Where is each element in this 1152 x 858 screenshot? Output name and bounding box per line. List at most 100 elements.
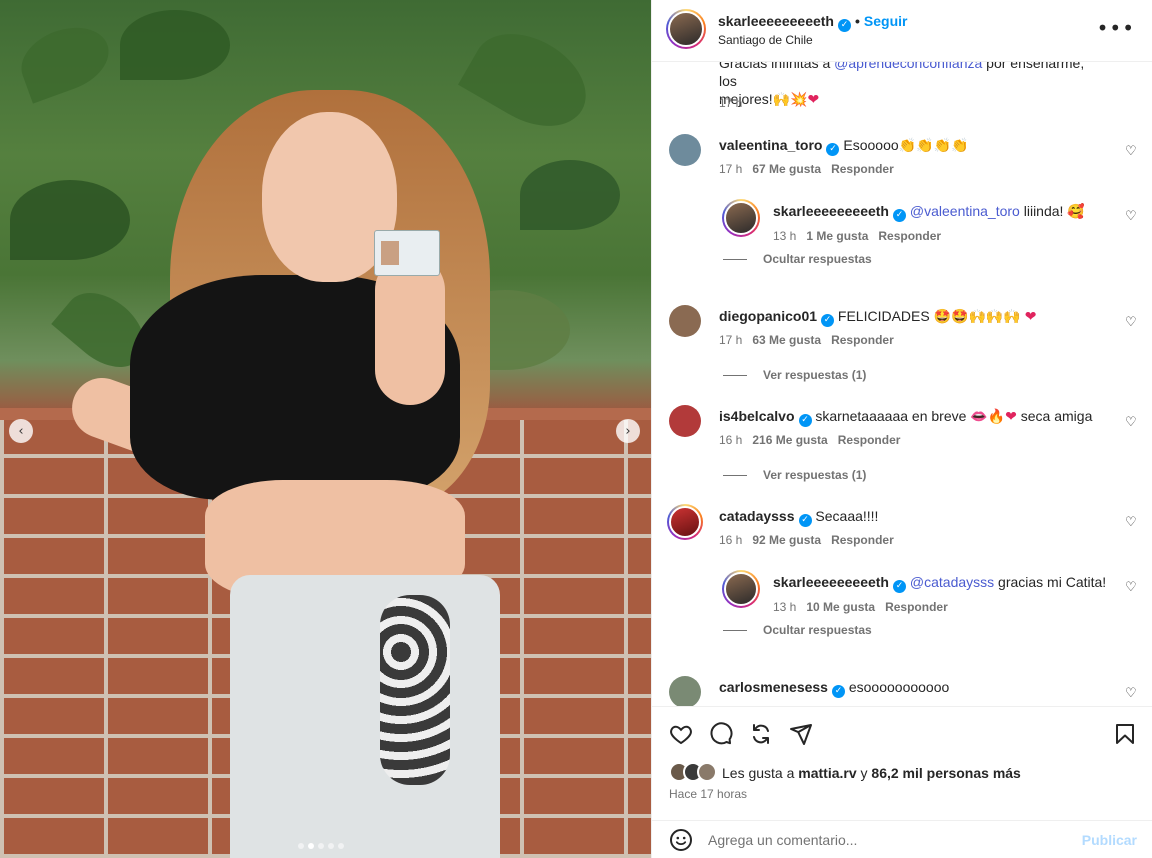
likes-prefix: Les gusta a bbox=[722, 765, 799, 781]
comment-time[interactable]: 16 h bbox=[719, 533, 742, 547]
previous-slide-button[interactable]: ‹ bbox=[9, 419, 33, 443]
comment-text: skarnetaaaaaa en breve bbox=[815, 408, 971, 424]
post-actions: Les gusta a mattia.rv y 86,2 mil persona… bbox=[652, 706, 1152, 826]
reply-button[interactable]: Responder bbox=[831, 333, 894, 347]
reply-button[interactable]: Responder bbox=[831, 162, 894, 176]
bookmark-icon[interactable] bbox=[1112, 721, 1138, 747]
commenter-username[interactable]: carlosmenesess bbox=[719, 679, 828, 695]
like-heart-icon[interactable] bbox=[668, 721, 694, 747]
replier-avatar[interactable] bbox=[722, 199, 760, 237]
author-avatar[interactable] bbox=[666, 9, 706, 49]
reply-text: liiinda! bbox=[1019, 203, 1068, 219]
more-options-icon[interactable]: ••• bbox=[1097, 16, 1135, 40]
comment-likes[interactable]: 67 Me gusta bbox=[752, 162, 821, 176]
commenter-username[interactable]: is4belcalvo bbox=[719, 408, 795, 424]
comment-likes[interactable]: 92 Me gusta bbox=[752, 533, 821, 547]
reply-button[interactable]: Responder bbox=[878, 229, 941, 243]
verified-badge-icon: ✓ bbox=[831, 685, 845, 698]
comment-text: Esooooo bbox=[843, 137, 899, 153]
comment-likes[interactable]: 63 Me gusta bbox=[752, 333, 821, 347]
replier-username[interactable]: skarleeeeeeeeeth bbox=[773, 203, 889, 219]
replier-username[interactable]: skarleeeeeeeeeth bbox=[773, 574, 889, 590]
reply-likes[interactable]: 10 Me gusta bbox=[806, 600, 875, 614]
author-username[interactable]: skarleeeeeeeeeth bbox=[718, 13, 834, 29]
post-photo[interactable]: ‹ › bbox=[0, 0, 651, 858]
post-timestamp: Hace 17 horas bbox=[669, 787, 748, 801]
verified-badge-icon: ✓ bbox=[798, 514, 812, 527]
reply-emoji: 🥰 bbox=[1067, 204, 1085, 220]
post-details-panel: skarleeeeeeeeeth ✓ • Seguir Santiago de Chi… bbox=[651, 0, 1152, 858]
carousel-dot bbox=[338, 843, 344, 849]
separator-dot: • bbox=[855, 13, 860, 29]
comment-likes[interactable]: 216 Me gusta bbox=[752, 433, 827, 447]
id-card bbox=[374, 230, 440, 276]
like-reply-heart-icon[interactable]: ♡ bbox=[1125, 580, 1139, 595]
reply-button[interactable]: Responder bbox=[885, 600, 948, 614]
verified-badge-icon: ✓ bbox=[838, 19, 851, 32]
commenter-avatar[interactable] bbox=[669, 405, 701, 437]
commenter-avatar[interactable] bbox=[669, 134, 701, 166]
comment-time[interactable]: 16 h bbox=[719, 433, 742, 447]
verified-badge-icon: ✓ bbox=[826, 143, 840, 156]
like-comment-heart-icon[interactable]: ♡ bbox=[1125, 144, 1139, 159]
comment-emoji: 👄🔥❤ bbox=[970, 409, 1017, 425]
like-comment-heart-icon[interactable]: ♡ bbox=[1125, 415, 1139, 430]
comment-text: FELICIDADES bbox=[837, 308, 934, 324]
commenter-avatar[interactable] bbox=[669, 676, 701, 706]
commenter-username[interactable]: diegopanico01 bbox=[719, 308, 817, 324]
verified-badge-icon: ✓ bbox=[821, 314, 835, 327]
chevron-left-icon: ‹ bbox=[18, 423, 24, 439]
post-caption: Gracias infinitas a @aprendeconconfianza… bbox=[719, 62, 1099, 109]
comment-time[interactable]: 17 h bbox=[719, 333, 742, 347]
hide-replies-button[interactable]: Ocultar respuestas bbox=[723, 252, 872, 266]
comment-emoji: 🤩🤩🙌🙌🙌 bbox=[933, 309, 1021, 325]
caption-time[interactable]: 17 h bbox=[719, 96, 742, 110]
chevron-right-icon: › bbox=[625, 423, 631, 439]
liker-avatars[interactable] bbox=[669, 762, 717, 782]
hide-replies-button[interactable]: Ocultar respuestas bbox=[723, 623, 872, 637]
reply-mention[interactable]: @valeentina_toro bbox=[910, 203, 1020, 219]
emoji-picker-icon[interactable] bbox=[669, 828, 693, 852]
commenter-username[interactable]: valeentina_toro bbox=[719, 137, 822, 153]
carousel-indicator bbox=[298, 843, 344, 849]
carousel-dot bbox=[328, 843, 334, 849]
comment-time[interactable]: 17 h bbox=[719, 162, 742, 176]
comment-emoji: ❤ bbox=[1024, 309, 1037, 325]
reply-button[interactable]: Responder bbox=[831, 533, 894, 547]
commenter-username[interactable]: catadaysss bbox=[719, 508, 795, 524]
comments-list[interactable]: Gracias infinitas a @aprendeconconfianza… bbox=[652, 62, 1152, 706]
carousel-dot-active bbox=[308, 843, 314, 849]
reply-text: gracias mi Catita! bbox=[994, 574, 1107, 590]
reply-mention[interactable]: @catadaysss bbox=[910, 574, 994, 590]
replier-avatar[interactable] bbox=[722, 570, 760, 608]
caption-text: Gracias infinitas a bbox=[719, 62, 835, 71]
caption-emoji: 🙌💥❤ bbox=[772, 92, 820, 108]
carousel-dot bbox=[318, 843, 324, 849]
view-replies-button[interactable]: Ver respuestas (1) bbox=[723, 368, 866, 382]
publish-button[interactable]: Publicar bbox=[1082, 832, 1137, 848]
commenter-avatar[interactable] bbox=[669, 305, 701, 337]
like-comment-heart-icon[interactable]: ♡ bbox=[1125, 515, 1139, 530]
caption-mention[interactable]: @aprendeconconfianza bbox=[834, 62, 982, 71]
like-comment-heart-icon[interactable]: ♡ bbox=[1125, 315, 1139, 330]
likes-count[interactable]: 86,2 mil personas más bbox=[871, 765, 1020, 781]
follow-button[interactable]: Seguir bbox=[864, 13, 908, 29]
likes-middle: y bbox=[856, 765, 872, 781]
post-location[interactable]: Santiago de Chile bbox=[718, 33, 813, 47]
verified-badge-icon: ✓ bbox=[798, 414, 812, 427]
send-icon[interactable] bbox=[788, 721, 814, 747]
like-reply-heart-icon[interactable]: ♡ bbox=[1125, 209, 1139, 224]
reply-likes[interactable]: 1 Me gusta bbox=[806, 229, 868, 243]
like-comment-heart-icon[interactable]: ♡ bbox=[1125, 686, 1139, 701]
comment-icon[interactable] bbox=[708, 721, 734, 747]
likes-summary[interactable]: Les gusta a mattia.rv y 86,2 mil persona… bbox=[722, 765, 1021, 781]
liker-username[interactable]: mattia.rv bbox=[798, 765, 856, 781]
comment-input[interactable] bbox=[708, 827, 1068, 853]
view-replies-button[interactable]: Ver respuestas (1) bbox=[723, 468, 866, 482]
reply-button[interactable]: Responder bbox=[838, 433, 901, 447]
reply-time[interactable]: 13 h bbox=[773, 600, 796, 614]
reply-time[interactable]: 13 h bbox=[773, 229, 796, 243]
repost-icon[interactable] bbox=[748, 721, 774, 747]
next-slide-button[interactable]: › bbox=[616, 419, 640, 443]
commenter-avatar[interactable] bbox=[667, 504, 703, 540]
